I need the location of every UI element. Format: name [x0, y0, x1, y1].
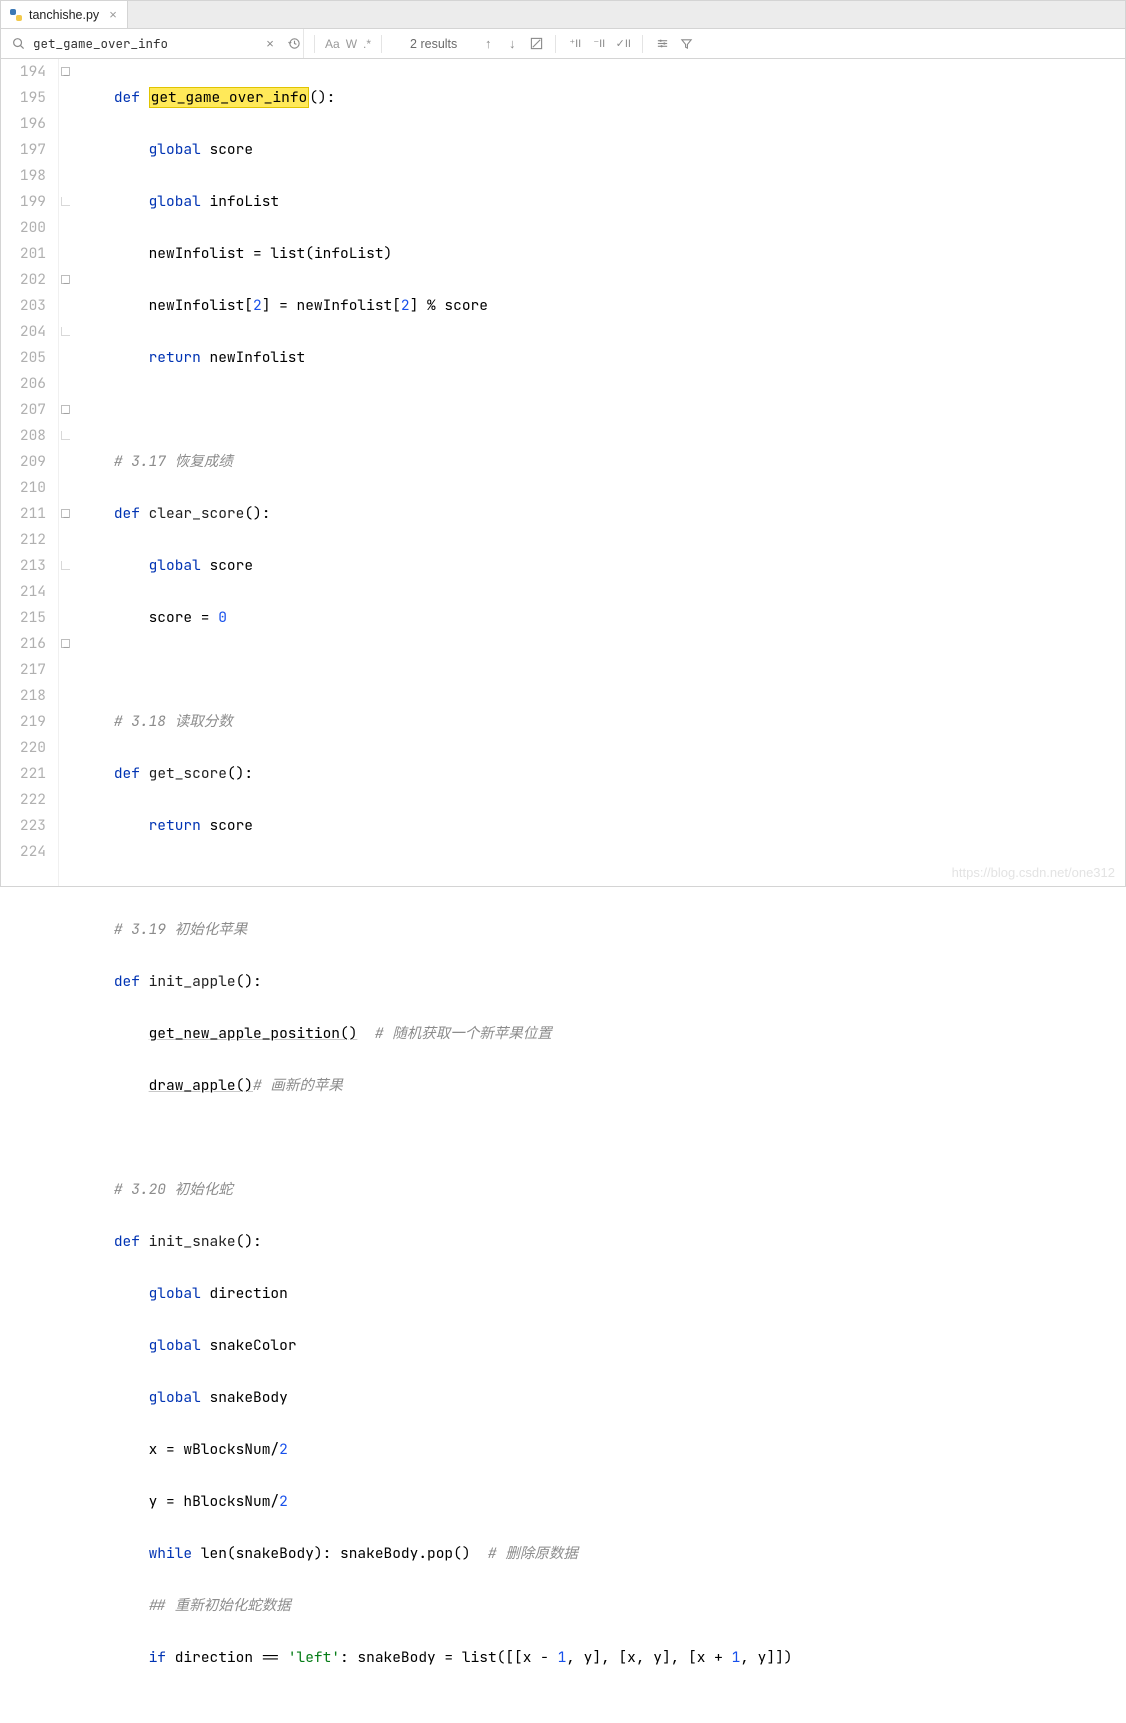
select-all-icon[interactable]: ✓II [614, 35, 632, 53]
separator [381, 35, 382, 53]
code-editor[interactable]: 1941951961971981992002012022032042052062… [1, 59, 1125, 886]
add-selection-icon[interactable]: ⁺II [566, 35, 584, 53]
fold-toggle[interactable] [61, 327, 70, 336]
words-toggle[interactable]: W [346, 37, 357, 51]
match-case-toggle[interactable]: Aa [325, 37, 340, 51]
python-file-icon [9, 8, 23, 22]
search-input[interactable] [33, 35, 255, 52]
fold-toggle[interactable] [61, 639, 70, 648]
select-all-matches-icon[interactable] [527, 35, 545, 53]
find-bar: × Aa W .* 2 results ↑ ↓ ⁺II ⁻II ✓II [1, 29, 1125, 59]
filter-icon[interactable] [677, 35, 695, 53]
line-number-gutter: 1941951961971981992002012022032042052062… [1, 59, 59, 886]
search-highlight: get_game_over_info [149, 87, 310, 108]
editor-tab-active[interactable]: tanchishe.py × [1, 1, 128, 28]
remove-selection-icon[interactable]: ⁻II [590, 35, 608, 53]
results-count: 2 results [410, 37, 457, 51]
next-match-icon[interactable]: ↓ [503, 35, 521, 53]
regex-toggle[interactable]: .* [363, 37, 371, 51]
tab-filename: tanchishe.py [29, 8, 99, 22]
fold-toggle[interactable] [61, 561, 70, 570]
fold-toggle[interactable] [61, 431, 70, 440]
separator [555, 35, 556, 53]
separator [314, 35, 315, 53]
fold-toggle[interactable] [61, 197, 70, 206]
editor-tab-bar: tanchishe.py × [1, 1, 1125, 29]
settings-icon[interactable] [653, 35, 671, 53]
fold-column [59, 59, 77, 886]
fold-toggle[interactable] [61, 67, 70, 76]
close-icon[interactable]: × [109, 7, 117, 22]
fold-toggle[interactable] [61, 405, 70, 414]
search-icon[interactable] [9, 35, 27, 53]
prev-match-icon[interactable]: ↑ [479, 35, 497, 53]
fold-toggle[interactable] [61, 275, 70, 284]
clear-search-icon[interactable]: × [261, 35, 279, 53]
separator [642, 35, 643, 53]
search-history-icon[interactable] [285, 35, 303, 53]
fold-toggle[interactable] [61, 509, 70, 518]
code-content[interactable]: def get_game_over_info(): global score g… [77, 59, 1125, 886]
